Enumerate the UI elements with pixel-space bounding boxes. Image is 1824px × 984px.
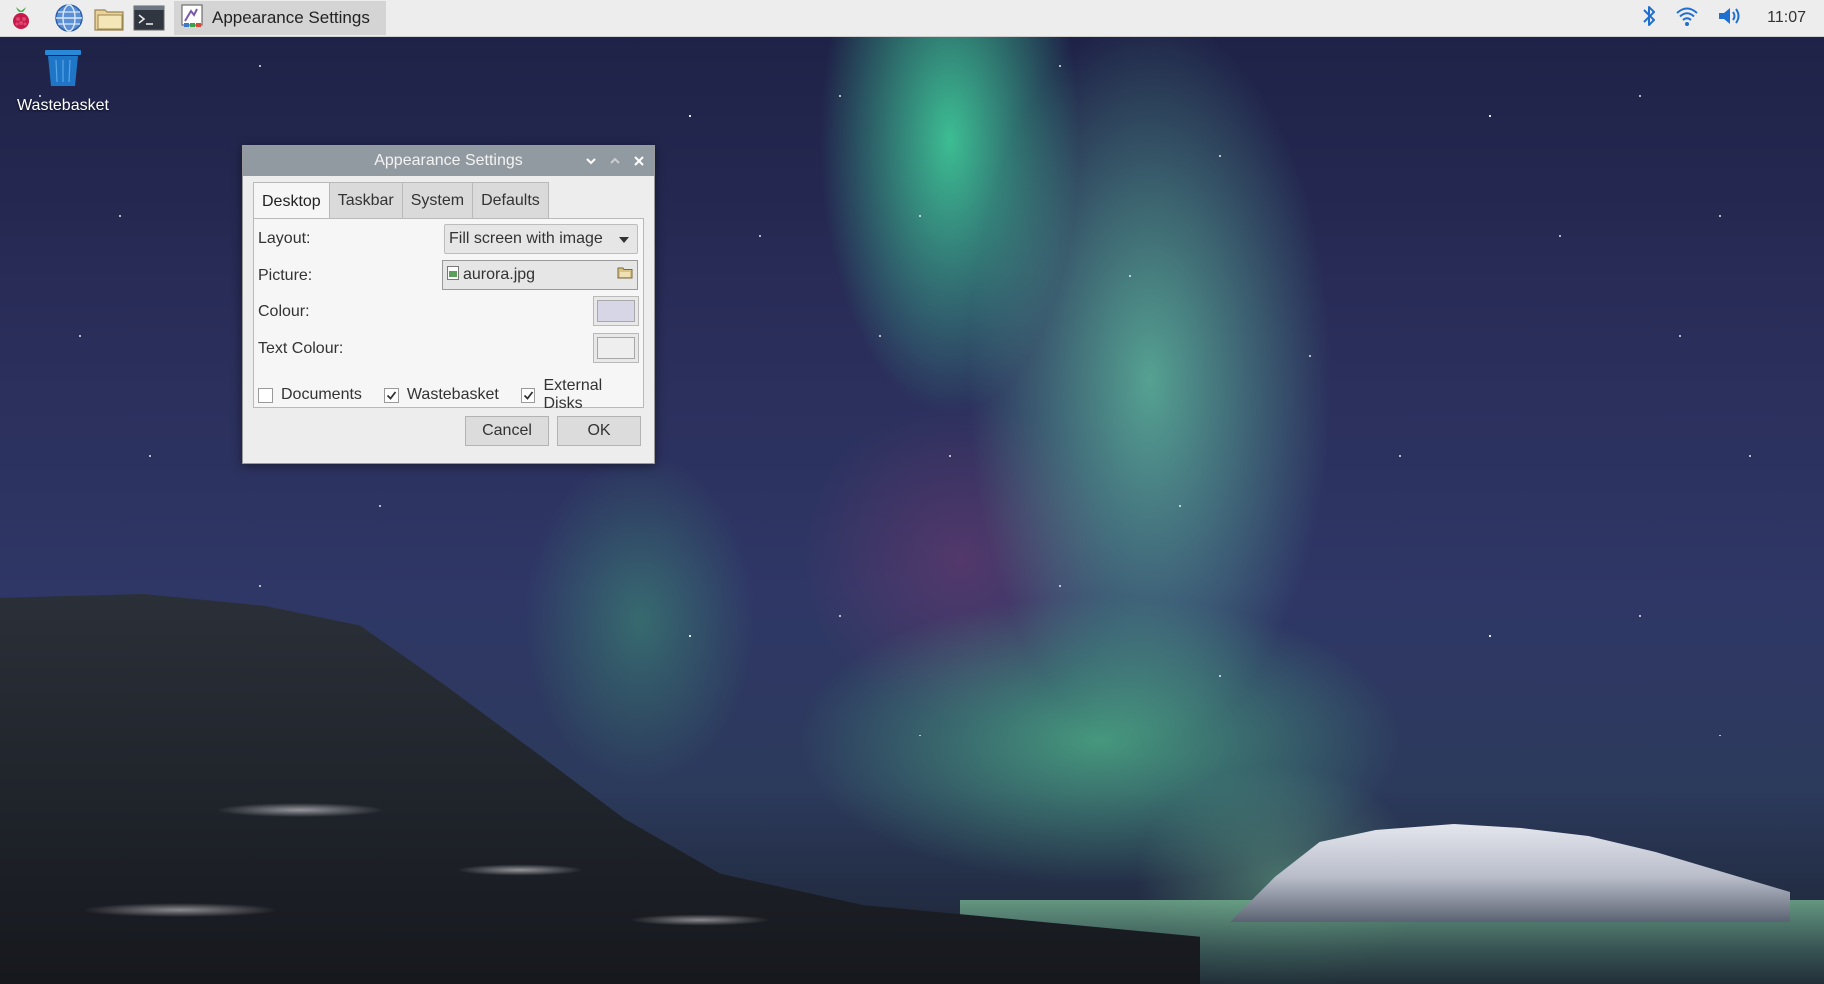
checkbox-unchecked-icon <box>258 387 273 403</box>
volume-icon[interactable] <box>1717 5 1743 32</box>
taskbar-window-label: Appearance Settings <box>212 8 370 27</box>
tab-system[interactable]: System <box>401 182 474 219</box>
text-colour-swatch <box>597 337 635 359</box>
taskbar: Appearance Settings 11:07 <box>0 0 1824 37</box>
external-disks-checkbox[interactable]: External Disks <box>520 377 643 413</box>
checkbox-checked-icon <box>520 387 536 403</box>
taskbar-window-button[interactable]: Appearance Settings <box>174 1 386 35</box>
checkbox-checked-icon <box>383 387 399 403</box>
bluetooth-icon[interactable] <box>1641 3 1657 34</box>
picture-value: aurora.jpg <box>463 266 536 283</box>
wallpaper-mountain-right <box>1230 824 1790 922</box>
dialog-titlebar[interactable]: Appearance Settings <box>243 146 654 176</box>
clock[interactable]: 11:07 <box>1767 9 1806 27</box>
maximize-icon[interactable] <box>608 154 622 168</box>
appearance-settings-icon <box>180 3 206 34</box>
picture-file-chooser[interactable]: aurora.jpg <box>442 260 638 290</box>
external-disks-label: External Disks <box>543 377 603 412</box>
layout-value: Fill screen with image <box>449 230 603 247</box>
colour-swatch <box>597 300 635 322</box>
web-browser-icon[interactable] <box>52 1 86 35</box>
documents-label: Documents <box>281 386 362 403</box>
file-manager-icon[interactable] <box>92 1 126 35</box>
terminal-icon[interactable] <box>132 1 166 35</box>
cancel-button[interactable]: Cancel <box>465 416 549 446</box>
wifi-icon[interactable] <box>1675 4 1699 33</box>
tab-taskbar[interactable]: Taskbar <box>328 182 403 219</box>
dropdown-arrow-icon <box>619 230 629 248</box>
raspberry-menu-icon[interactable] <box>4 1 38 35</box>
folder-icon <box>617 266 633 284</box>
picture-label: Picture: <box>258 267 313 284</box>
system-tray: 11:07 <box>1641 3 1824 34</box>
wastebasket-checkbox[interactable]: Wastebasket <box>383 377 499 413</box>
minimize-icon[interactable] <box>584 154 598 168</box>
dialog-title: Appearance Settings <box>374 152 523 169</box>
appearance-settings-dialog: Appearance Settings Desktop Taskbar Syst… <box>242 145 655 464</box>
documents-checkbox[interactable]: Documents <box>258 377 362 413</box>
desktop-icon-label: Wastebasket <box>17 97 109 114</box>
tab-defaults[interactable]: Defaults <box>472 182 549 219</box>
colour-label: Colour: <box>258 303 310 320</box>
wastebasket-label: Wastebasket <box>406 386 499 403</box>
desktop-icons-options: Documents Wastebasket External Disks <box>258 377 643 413</box>
ok-button[interactable]: OK <box>557 416 641 446</box>
image-file-icon <box>447 265 459 285</box>
layout-label: Layout: <box>258 230 311 247</box>
desktop-icon-wastebasket[interactable]: Wastebasket <box>8 46 118 115</box>
desktop-tab-panel: Layout: Fill screen with image Picture: … <box>253 218 644 412</box>
close-icon[interactable] <box>632 154 646 168</box>
layout-dropdown[interactable]: Fill screen with image <box>444 224 638 254</box>
tab-desktop[interactable]: Desktop <box>253 182 330 220</box>
text-colour-button[interactable] <box>593 333 639 363</box>
dialog-tabs: Desktop Taskbar System Defaults <box>253 182 549 220</box>
colour-button[interactable] <box>593 296 639 326</box>
wastebasket-icon <box>41 50 85 92</box>
text-colour-label: Text Colour: <box>258 340 344 357</box>
